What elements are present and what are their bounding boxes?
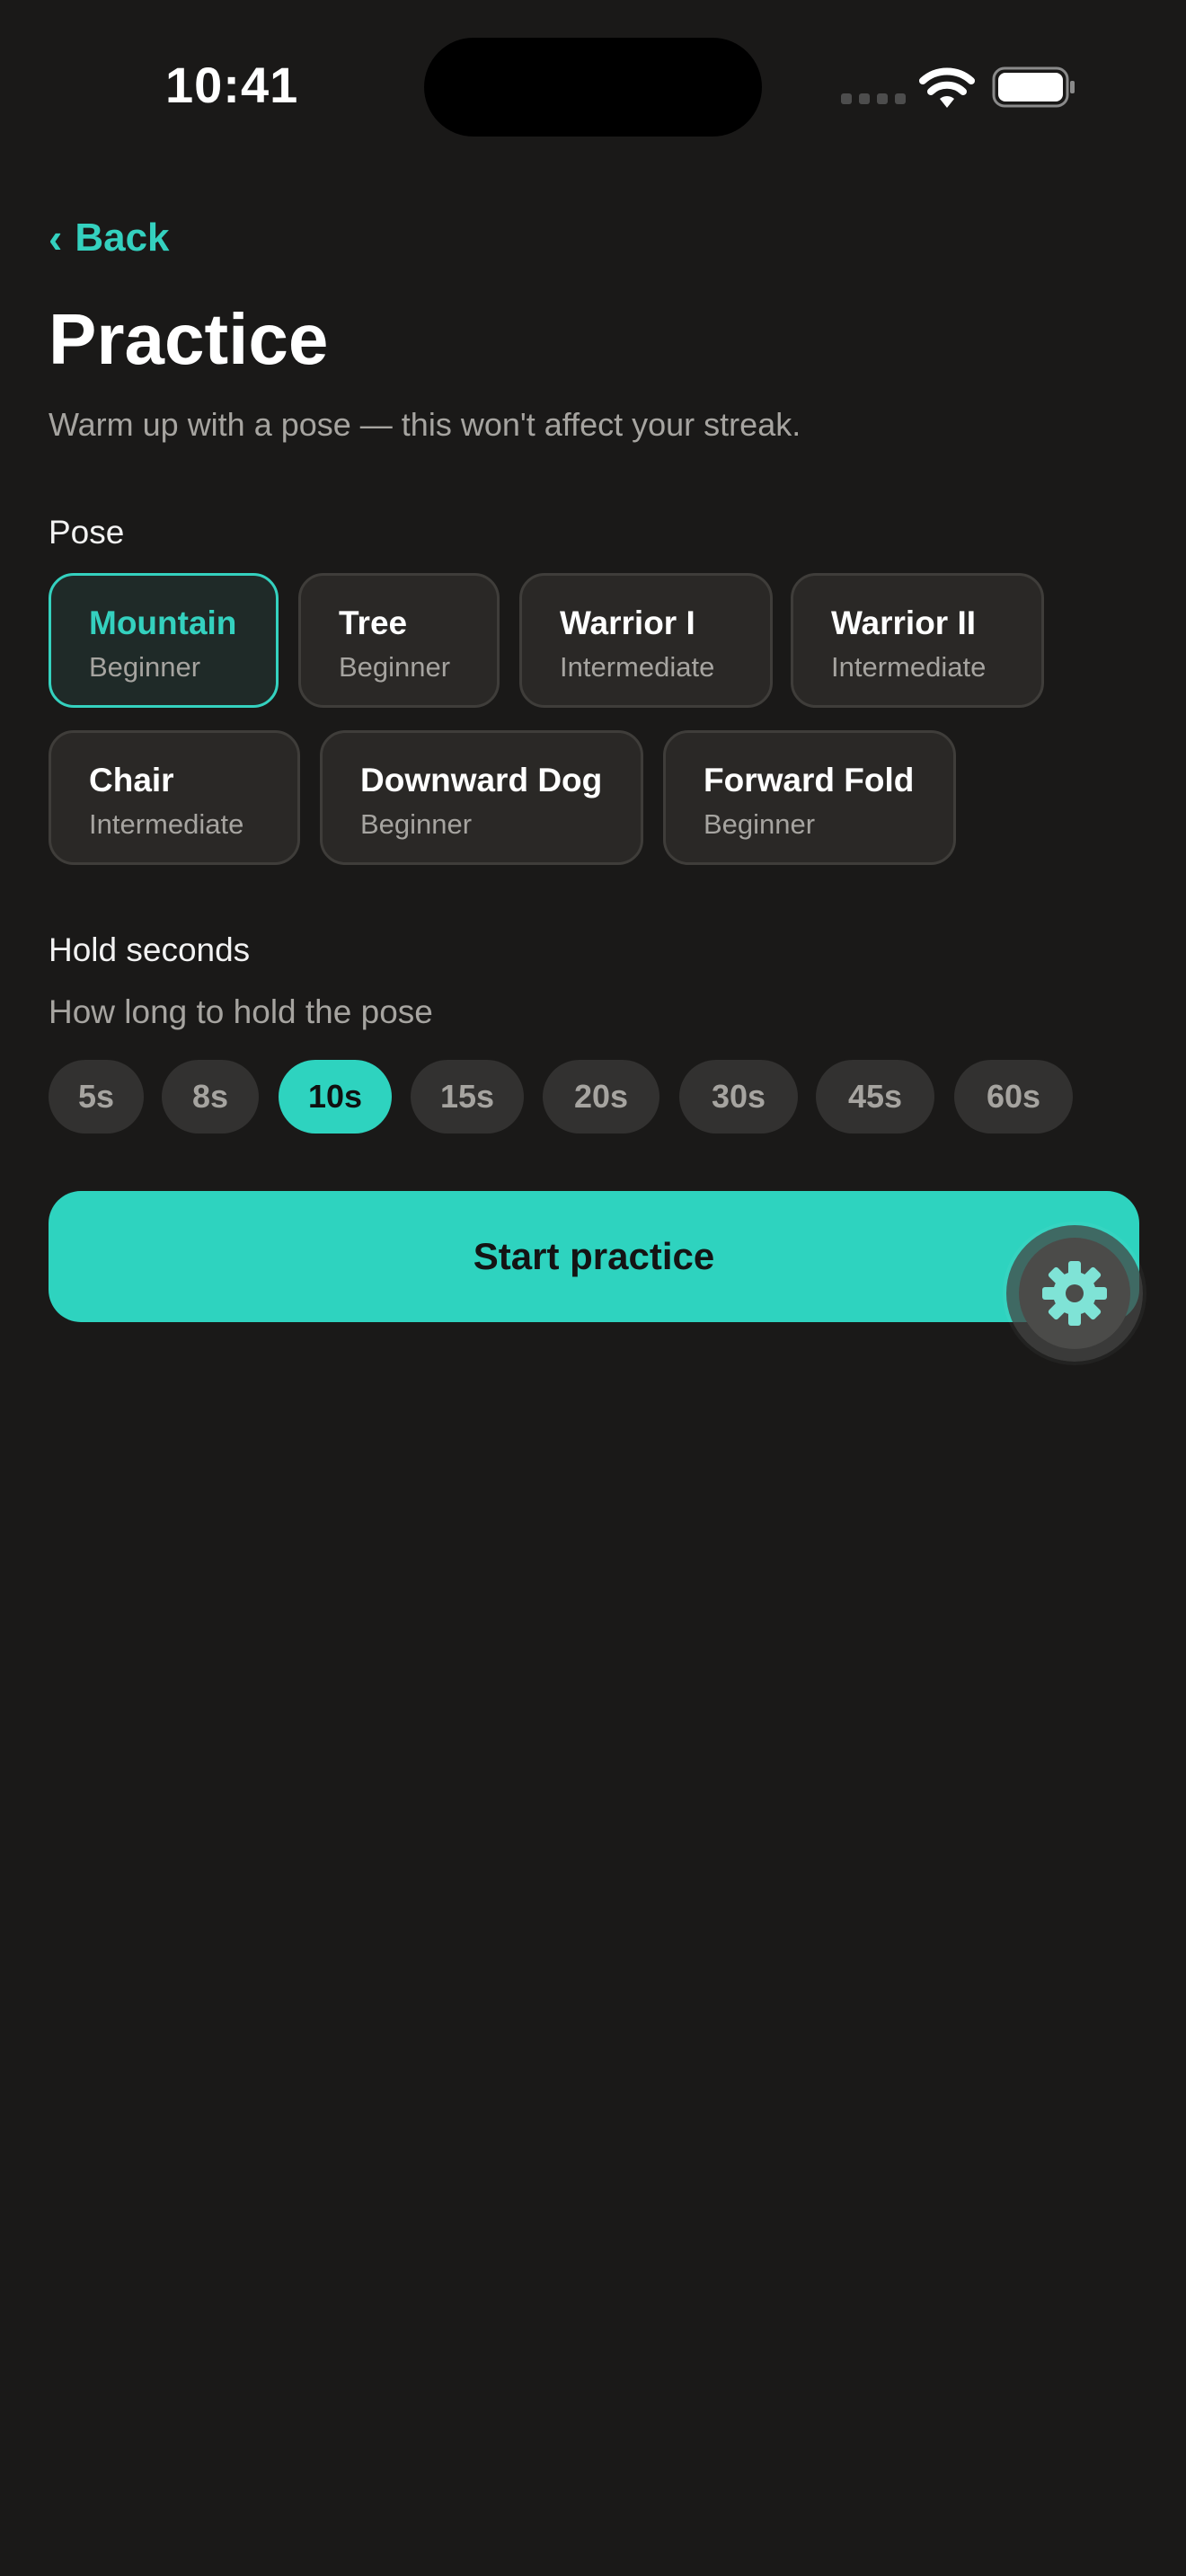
pose-card-downward-dog[interactable]: Downward Dog Beginner xyxy=(320,730,643,865)
wifi-icon xyxy=(919,67,975,108)
pose-card-mountain[interactable]: Mountain Beginner xyxy=(49,573,279,708)
hold-chip-8s[interactable]: 8s xyxy=(162,1060,259,1134)
pose-card-chair[interactable]: Chair Intermediate xyxy=(49,730,300,865)
pose-name: Forward Fold xyxy=(704,762,915,798)
start-practice-button[interactable]: Start practice xyxy=(49,1191,1139,1322)
cellular-signal-icon xyxy=(841,93,906,104)
hold-chip-10s[interactable]: 10s xyxy=(279,1060,392,1134)
pose-name: Warrior I xyxy=(560,604,695,641)
hold-chip-20s[interactable]: 20s xyxy=(543,1060,659,1134)
pose-card-warrior-i[interactable]: Warrior I Intermediate xyxy=(519,573,773,708)
pose-level: Intermediate xyxy=(560,651,715,683)
dynamic-island xyxy=(424,38,762,137)
pose-level: Intermediate xyxy=(89,808,244,840)
hold-chip-60s[interactable]: 60s xyxy=(954,1060,1073,1134)
hold-chip-15s[interactable]: 15s xyxy=(411,1060,524,1134)
pose-level: Beginner xyxy=(339,651,451,683)
pose-name: Downward Dog xyxy=(360,762,603,798)
hold-chip-30s[interactable]: 30s xyxy=(679,1060,798,1134)
hold-chip-5s[interactable]: 5s xyxy=(49,1060,144,1134)
settings-fab-inner xyxy=(1019,1238,1130,1349)
page-title: Practice xyxy=(49,299,329,379)
back-label: Back xyxy=(75,216,170,260)
hold-help-text: How long to hold the pose xyxy=(49,993,433,1030)
pose-level: Beginner xyxy=(89,651,201,683)
pose-level: Beginner xyxy=(360,808,473,840)
chevron-left-icon: ‹ xyxy=(49,215,63,261)
pose-card-forward-fold[interactable]: Forward Fold Beginner xyxy=(663,730,956,865)
battery-icon xyxy=(992,66,1075,108)
back-button[interactable]: ‹ Back xyxy=(49,214,170,262)
hold-section-label: Hold seconds xyxy=(49,931,251,968)
hold-chip-45s[interactable]: 45s xyxy=(816,1060,934,1134)
pose-section-label: Pose xyxy=(49,514,125,551)
status-time: 10:41 xyxy=(165,57,299,113)
gear-icon xyxy=(1042,1261,1107,1326)
page-subtitle: Warm up with a pose — this won't affect … xyxy=(49,406,801,443)
pose-name: Mountain xyxy=(89,604,237,641)
pose-name: Tree xyxy=(339,604,408,641)
pose-name: Warrior II xyxy=(831,604,977,641)
settings-fab[interactable] xyxy=(1006,1225,1143,1362)
pose-name: Chair xyxy=(89,762,174,798)
pose-level: Intermediate xyxy=(831,651,987,683)
pose-card-warrior-ii[interactable]: Warrior II Intermediate xyxy=(791,573,1044,708)
pose-card-tree[interactable]: Tree Beginner xyxy=(298,573,500,708)
pose-level: Beginner xyxy=(704,808,816,840)
